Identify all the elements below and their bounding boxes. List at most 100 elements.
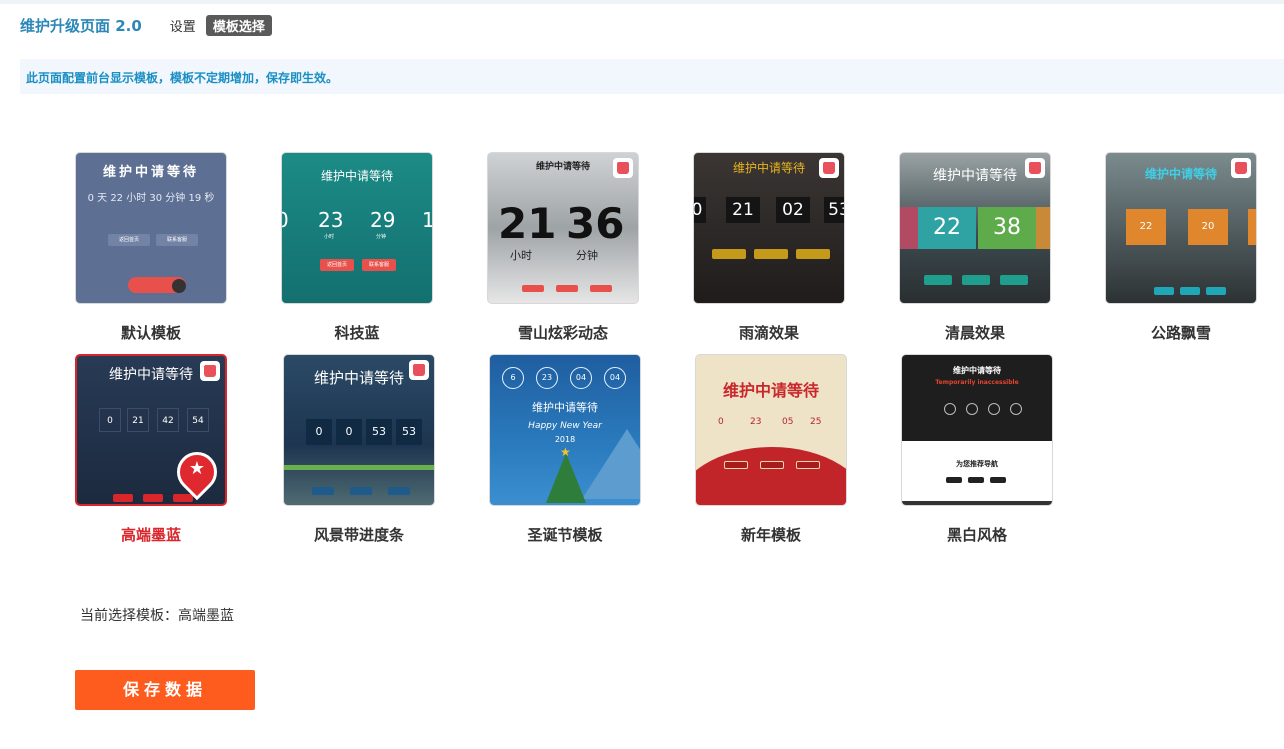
template-card-tech-blue[interactable]: 维护中请等待 0 23 29 1 小时 分钟 返回首页 联系客服 科技蓝: [281, 152, 433, 342]
template-name: 科技蓝: [334, 324, 380, 342]
unit-label: 分钟: [576, 249, 598, 262]
template-card-road-snow[interactable]: 维护中请等待 22 20 公路飘雪: [1105, 152, 1257, 342]
digit: 0: [99, 408, 121, 432]
template-thumbnail[interactable]: 维护中请等待 22 20: [1105, 152, 1257, 304]
thumb-button: 返回首页: [320, 259, 354, 271]
circle-icon: [966, 403, 978, 415]
digit: 36: [566, 199, 625, 248]
nav-settings[interactable]: 设置: [170, 16, 196, 35]
thumb-button: [796, 249, 830, 259]
thumb-button: [143, 494, 163, 502]
shirt-icon: [613, 158, 633, 178]
thumb-button: [712, 249, 746, 259]
star-icon: ★: [188, 458, 206, 479]
digit: 38: [978, 207, 1036, 249]
color-block: [1036, 207, 1050, 249]
thumb-button: [1154, 287, 1174, 295]
template-name: 圣诞节模板: [527, 526, 603, 544]
template-card-default[interactable]: 维护中请等待 0 天 22 小时 30 分钟 19 秒 返回首页 联系客服 默认…: [75, 152, 227, 342]
template-name: 雪山炫彩动态: [517, 324, 608, 342]
color-block: [1248, 209, 1256, 245]
thumb-button: [946, 477, 962, 483]
digit: 21: [498, 199, 557, 248]
thumb-button: [724, 461, 748, 469]
digit: 1: [422, 208, 432, 232]
thumb-button: [1206, 287, 1226, 295]
digit: 0: [306, 419, 332, 445]
current-selection-label: 当前选择模板：: [80, 608, 178, 624]
circle-icon: [988, 403, 1000, 415]
digit: 21: [127, 408, 149, 432]
digit: 23: [536, 367, 558, 389]
template-thumbnail[interactable]: 维护中请等待 0 23 05 25: [695, 354, 847, 506]
unit-label: 小时: [324, 234, 335, 240]
template-name-selected: 高端墨蓝: [120, 526, 181, 544]
template-thumbnail[interactable]: 维护中请等待 22 38: [899, 152, 1051, 304]
digit: 23: [318, 208, 344, 232]
template-card-black-white[interactable]: 维护中请等待 Temporarily inaccessible 为您推荐导航 黑…: [901, 354, 1053, 544]
color-block: [900, 207, 918, 249]
save-button[interactable]: 保存数据: [75, 670, 255, 710]
thumb-button: [350, 487, 372, 495]
digit: 25: [810, 417, 822, 427]
template-thumbnail[interactable]: 维护中请等待 0 21 02 53: [693, 152, 845, 304]
template-card-new-year[interactable]: 维护中请等待 0 23 05 25 新年模板: [695, 354, 847, 544]
digit: 6: [502, 367, 524, 389]
template-thumbnail[interactable]: 维护中请等待 Temporarily inaccessible 为您推荐导航: [901, 354, 1053, 506]
template-name: 雨滴效果: [738, 324, 799, 342]
digit: 0: [694, 197, 706, 223]
template-thumbnail[interactable]: 维护中请等待 0 23 29 1 小时 分钟 返回首页 联系客服: [281, 152, 433, 304]
template-card-raindrop[interactable]: 维护中请等待 0 21 02 53 雨滴效果: [693, 152, 845, 342]
digit: 02: [776, 197, 810, 223]
star-icon: ★: [560, 445, 571, 459]
digit: 23: [750, 417, 762, 427]
thumb-button: 联系客服: [156, 234, 198, 246]
template-thumbnail[interactable]: 维护中请等待 0 天 22 小时 30 分钟 19 秒 返回首页 联系客服: [75, 152, 227, 304]
template-card-landscape-progress[interactable]: 维护中请等待 0 0 53 53 风景带进度条: [283, 354, 435, 544]
digit: 22: [918, 207, 976, 249]
thumb-recommend: 为您推荐导航: [956, 460, 998, 468]
thumb-button: [990, 477, 1006, 483]
digit: 22: [1126, 209, 1166, 245]
nav-template-select[interactable]: 模板选择: [205, 14, 272, 36]
digit: 53: [366, 419, 392, 445]
template-name: 新年模板: [740, 526, 801, 544]
template-card-morning[interactable]: 维护中请等待 22 38 清晨效果: [899, 152, 1051, 342]
template-thumbnail[interactable]: 6 23 04 04 维护中请等待 Happy New Year 2018 ★: [489, 354, 641, 506]
digit: 05: [782, 417, 794, 427]
unit-label: 分钟: [376, 234, 387, 240]
template-name: 黑白风格: [946, 526, 1007, 544]
template-name: 清晨效果: [944, 324, 1005, 342]
template-card-christmas[interactable]: 6 23 04 04 维护中请等待 Happy New Year 2018 ★ …: [489, 354, 641, 544]
footer-bar: [902, 501, 1052, 505]
current-selection: 当前选择模板：高端墨蓝: [80, 605, 234, 625]
thumb-title: 维护中请等待: [953, 366, 1001, 375]
thumb-button: [760, 461, 784, 469]
progress-bar: [284, 465, 434, 470]
thumb-button: [968, 477, 984, 483]
template-name: 公路飘雪: [1150, 324, 1211, 342]
thumb-button: [590, 285, 612, 292]
template-card-ink-blue[interactable]: 维护中请等待 0 21 42 54 ★ 高端墨蓝: [75, 354, 227, 544]
shirt-icon: [200, 361, 220, 381]
thumb-button: 返回首页: [108, 234, 150, 246]
thumb-countdown: 0 天 22 小时 30 分钟 19 秒: [87, 193, 215, 204]
template-card-snow-mountain[interactable]: 维护中请等待 21 36 小时 分钟 雪山炫彩动态: [487, 152, 639, 342]
thumb-button: [1000, 275, 1028, 285]
digit: 54: [187, 408, 209, 432]
digit: 0: [336, 419, 362, 445]
thumb-button: [556, 285, 578, 292]
digit: 20: [1188, 209, 1228, 245]
thumb-button: [173, 494, 193, 502]
thumb-title: 维护中请等待: [320, 169, 393, 183]
template-thumbnail[interactable]: 维护中请等待 21 36 小时 分钟: [487, 152, 639, 304]
circle-icon: [944, 403, 956, 415]
template-thumbnail[interactable]: 维护中请等待 0 0 53 53: [283, 354, 435, 506]
digit: 21: [726, 197, 760, 223]
digit: 04: [604, 367, 626, 389]
thumb-button: [924, 275, 952, 285]
page-header: 维护升级页面 2.0 设置 模板选择: [20, 14, 272, 36]
shirt-icon: [819, 158, 839, 178]
page-title: 维护升级页面 2.0: [20, 16, 142, 35]
template-thumbnail-selected[interactable]: 维护中请等待 0 21 42 54 ★: [75, 354, 227, 506]
